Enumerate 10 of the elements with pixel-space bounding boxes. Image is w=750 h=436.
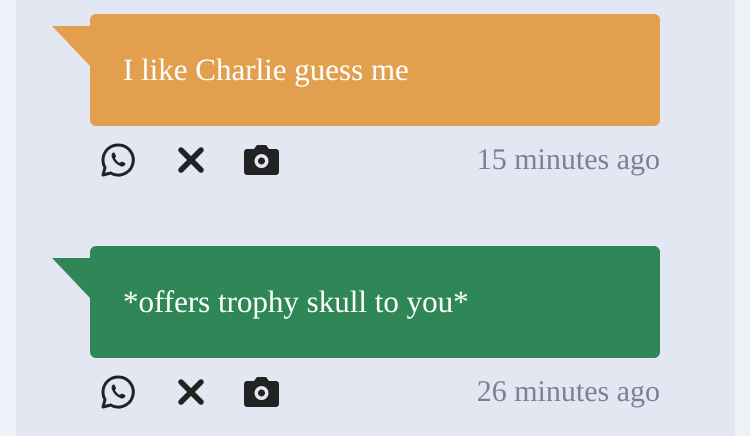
close-icon[interactable] bbox=[177, 146, 205, 174]
timestamp: 15 minutes ago bbox=[476, 143, 660, 177]
whatsapp-icon[interactable] bbox=[100, 374, 136, 410]
camera-icon[interactable] bbox=[243, 144, 280, 176]
message-text: I like Charlie guess me bbox=[122, 51, 410, 89]
timestamp: 26 minutes ago bbox=[476, 375, 660, 409]
whatsapp-icon[interactable] bbox=[100, 142, 136, 178]
close-icon[interactable] bbox=[177, 378, 205, 406]
camera-icon[interactable] bbox=[243, 376, 280, 408]
message-text: *offers trophy skull to you* bbox=[122, 283, 470, 321]
